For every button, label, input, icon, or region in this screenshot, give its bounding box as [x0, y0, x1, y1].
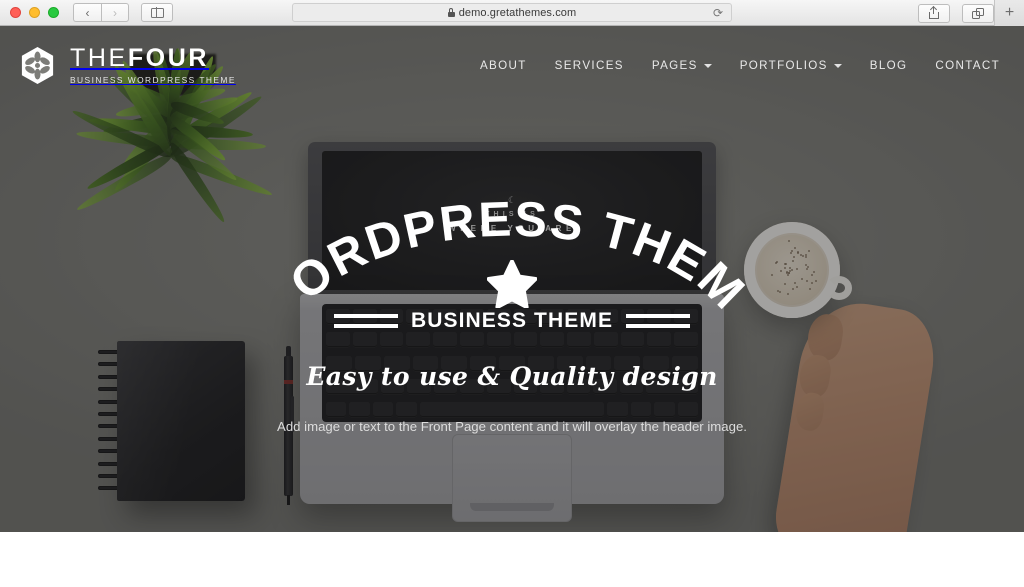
- brand-title-light: THE: [70, 44, 128, 72]
- nav-item-about[interactable]: ABOUT: [480, 59, 527, 72]
- nav-item-portfolios[interactable]: PORTFOLIOS: [740, 59, 842, 72]
- new-tab-button[interactable]: +: [994, 0, 1024, 26]
- back-chevron-icon: ‹: [86, 7, 90, 19]
- chevron-down-icon: [834, 64, 842, 68]
- toolbar-right-actions: +: [906, 0, 1024, 26]
- brand-text-block: THEFOUR BUSINESS WORDPRESS THEME: [70, 46, 236, 84]
- minimize-window-button[interactable]: [29, 7, 40, 18]
- navigation-buttons: ‹ ›: [73, 3, 129, 22]
- nav-item-pages[interactable]: PAGES: [652, 59, 712, 72]
- back-button[interactable]: ‹: [73, 3, 101, 22]
- address-bar[interactable]: demo.gretathemes.com ⟳: [292, 3, 732, 22]
- site-header: THEFOUR BUSINESS WORDPRESS THEME ABOUT SE…: [0, 26, 1024, 104]
- nav-item-label: PAGES: [652, 59, 698, 72]
- chevron-down-icon: [704, 64, 712, 68]
- lock-icon: [448, 8, 455, 17]
- window-traffic-lights: [10, 7, 59, 18]
- brand-title: THEFOUR: [70, 46, 236, 71]
- plus-icon: +: [1005, 5, 1014, 21]
- nav-item-label: CONTACT: [935, 59, 1000, 72]
- nav-item-contact[interactable]: CONTACT: [935, 59, 1000, 72]
- brand-title-bold: FOUR: [128, 44, 209, 72]
- url-text: demo.gretathemes.com: [459, 7, 577, 19]
- flower-hexagon-logo-icon: [18, 46, 57, 85]
- webpage: ☾ THIS IS WHERE YOU ARE ORDPRESS THEM BU…: [0, 26, 1024, 587]
- nav-item-label: ABOUT: [480, 59, 527, 72]
- browser-toolbar: ‹ › demo.gretathemes.com ⟳ +: [0, 0, 1024, 26]
- nav-item-label: PORTFOLIOS: [740, 59, 828, 72]
- forward-chevron-icon: ›: [113, 7, 117, 19]
- nav-item-blog[interactable]: BLOG: [870, 59, 908, 72]
- sidebar-toggle-button[interactable]: [141, 3, 173, 22]
- nav-item-label: BLOG: [870, 59, 908, 72]
- maximize-window-button[interactable]: [48, 7, 59, 18]
- share-button[interactable]: [918, 4, 950, 23]
- close-window-button[interactable]: [10, 7, 21, 18]
- hero-header-image: ☾ THIS IS WHERE YOU ARE ORDPRESS THEM BU…: [0, 26, 1024, 532]
- brand-tagline: BUSINESS WORDPRESS THEME: [70, 76, 236, 84]
- tab-overview-button[interactable]: [962, 4, 994, 23]
- sidebar-icon: [151, 8, 164, 18]
- main-navigation: ABOUT SERVICES PAGES PORTFOLIOS BLOG CONTACT: [480, 59, 1000, 72]
- reload-icon[interactable]: ⟳: [713, 7, 723, 19]
- tabs-overview-icon: [972, 8, 984, 19]
- nav-item-services[interactable]: SERVICES: [555, 59, 624, 72]
- share-icon: [929, 7, 939, 19]
- nav-item-label: SERVICES: [555, 59, 624, 72]
- page-content-area: [0, 532, 1024, 587]
- site-logo-link[interactable]: THEFOUR BUSINESS WORDPRESS THEME: [18, 46, 236, 85]
- forward-button[interactable]: ›: [101, 3, 129, 22]
